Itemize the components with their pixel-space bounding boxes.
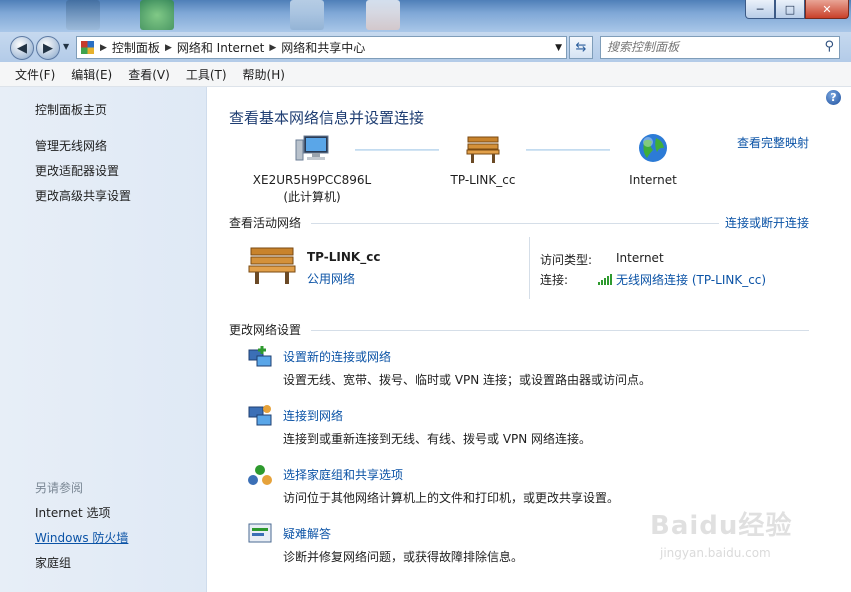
node-router-label: TP-LINK_cc	[450, 173, 516, 187]
page-title: 查看基本网络信息并设置连接	[229, 109, 425, 127]
wireless-connection-link[interactable]: 无线网络连接 (TP-LINK_cc)	[616, 271, 766, 288]
troubleshoot-icon	[248, 523, 272, 543]
connection-label: 连接:	[540, 273, 569, 287]
globe-icon[interactable]	[637, 132, 669, 164]
baidu-watermark: Baidu经验 jingyan.baidu.com	[650, 505, 820, 575]
sidebar: 控制面板主页 管理无线网络 更改适配器设置 更改高级共享设置 另请参阅 Inte…	[0, 87, 207, 592]
node-computer-label: XE2UR5H9PCC896L (此计算机)	[247, 172, 377, 206]
active-network-name: TP-LINK_cc	[307, 250, 381, 264]
desktop-icon	[366, 0, 400, 30]
maximize-button[interactable]: □	[775, 0, 805, 19]
minimize-button[interactable]: ─	[745, 0, 775, 19]
history-dropdown-icon[interactable]: ▼	[63, 42, 69, 51]
menu-file[interactable]: 文件(F)	[7, 66, 63, 83]
setup-new-connection-desc: 设置无线、宽带、拨号、临时或 VPN 连接；或设置路由器或访问点。	[283, 373, 652, 387]
chevron-right-icon[interactable]: ▶	[100, 43, 107, 53]
menu-view[interactable]: 查看(V)	[120, 66, 178, 83]
vertical-divider	[529, 237, 530, 299]
node-internet-label: Internet	[629, 173, 677, 187]
sidebar-control-panel-home[interactable]: 控制面板主页	[35, 101, 107, 118]
section-divider	[311, 223, 719, 224]
sidebar-adapter-settings[interactable]: 更改适配器设置	[35, 162, 119, 179]
breadcrumb-network-sharing-center[interactable]: 网络和共享中心	[276, 39, 370, 56]
help-icon[interactable]: ?	[826, 90, 841, 105]
watermark-logo-text: Baidu经验	[650, 511, 793, 541]
address-bar[interactable]: ▶ 控制面板 ▶ 网络和 Internet ▶ 网络和共享中心 ▼	[76, 36, 567, 59]
breadcrumb-control-panel[interactable]: 控制面板	[107, 39, 165, 56]
sidebar-homegroup[interactable]: 家庭组	[35, 554, 71, 571]
address-dropdown-icon[interactable]: ▼	[555, 43, 562, 53]
computer-icon[interactable]	[295, 134, 331, 164]
see-also-heading: 另请参阅	[35, 481, 84, 495]
network-type-link[interactable]: 公用网络	[307, 270, 355, 287]
section-divider	[311, 330, 809, 331]
desktop-icon	[290, 0, 324, 30]
bench-icon	[248, 247, 296, 284]
menu-help[interactable]: 帮助(H)	[235, 66, 293, 83]
search-input[interactable]	[601, 37, 813, 56]
connection-line	[355, 149, 439, 151]
change-settings-title: 更改网络设置	[229, 323, 302, 337]
refresh-button[interactable]: ⇆	[569, 36, 593, 59]
connect-disconnect-link[interactable]: 连接或断开连接	[725, 214, 809, 231]
window-controls: ─ □ ✕	[745, 0, 849, 19]
homegroup-icon	[248, 465, 272, 485]
setup-new-connection-link[interactable]: 设置新的连接或网络	[283, 348, 391, 365]
computer-name: XE2UR5H9PCC896L	[252, 173, 372, 187]
search-icon[interactable]: ⚲	[824, 39, 834, 54]
title-bar: ─ □ ✕	[0, 0, 851, 32]
connect-to-network-desc: 连接到或重新连接到无线、有线、拨号或 VPN 网络连接。	[283, 432, 592, 446]
control-panel-icon	[81, 41, 94, 54]
sidebar-windows-firewall[interactable]: Windows 防火墙	[35, 529, 128, 546]
computer-sub: (此计算机)	[283, 190, 341, 204]
sidebar-internet-options[interactable]: Internet 选项	[35, 504, 110, 521]
close-button[interactable]: ✕	[805, 0, 849, 19]
new-connection-icon	[248, 346, 272, 367]
refresh-icon: ⇆	[575, 40, 587, 55]
see-full-map-link[interactable]: 查看完整映射	[737, 134, 809, 151]
bench-icon[interactable]	[465, 134, 501, 164]
sidebar-advanced-sharing[interactable]: 更改高级共享设置	[35, 187, 131, 204]
desktop-icon	[140, 0, 174, 30]
access-type-value: Internet	[616, 251, 664, 265]
breadcrumb-network-internet[interactable]: 网络和 Internet	[172, 39, 269, 56]
homegroup-sharing-desc: 访问位于其他网络计算机上的文件和打印机，或更改共享设置。	[283, 491, 620, 505]
watermark-url: jingyan.baidu.com	[660, 546, 771, 560]
connection-line	[526, 149, 610, 151]
wireless-signal-icon	[598, 274, 612, 285]
search-box[interactable]: ⚲	[600, 36, 840, 59]
chevron-right-icon[interactable]: ▶	[269, 43, 276, 53]
menu-tools[interactable]: 工具(T)	[178, 66, 235, 83]
back-button[interactable]: ◀	[10, 36, 34, 60]
forward-button[interactable]: ▶	[36, 36, 60, 60]
access-type-label: 访问类型:	[540, 253, 593, 267]
chevron-right-icon[interactable]: ▶	[165, 43, 172, 53]
connect-to-network-link[interactable]: 连接到网络	[283, 407, 343, 424]
troubleshoot-link[interactable]: 疑难解答	[283, 525, 331, 542]
sidebar-manage-wireless[interactable]: 管理无线网络	[35, 137, 107, 154]
connect-network-icon	[248, 405, 272, 426]
desktop-icon	[66, 0, 100, 30]
menu-edit[interactable]: 编辑(E)	[63, 66, 120, 83]
menu-bar: 文件(F) 编辑(E) 查看(V) 工具(T) 帮助(H)	[0, 62, 851, 87]
active-networks-title: 查看活动网络	[229, 216, 302, 230]
address-row: ◀ ▶ ▼ ▶ 控制面板 ▶ 网络和 Internet ▶ 网络和共享中心 ▼ …	[0, 32, 851, 62]
homegroup-sharing-link[interactable]: 选择家庭组和共享选项	[283, 466, 403, 483]
troubleshoot-desc: 诊断并修复网络问题，或获得故障排除信息。	[283, 550, 524, 564]
